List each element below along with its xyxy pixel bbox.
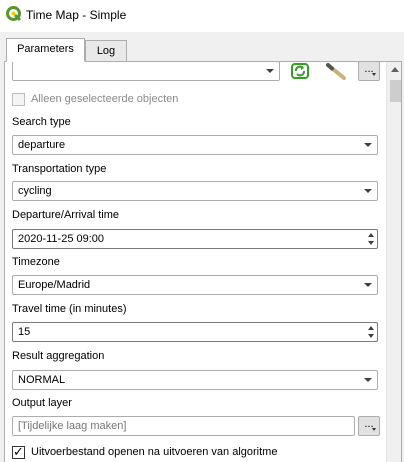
- window-title: Time Map - Simple: [26, 8, 127, 22]
- refresh-icon[interactable]: [289, 62, 311, 80]
- parameters-panel: ... Alleen geselecteerde objecten Search…: [4, 61, 402, 462]
- vertical-scrollbar[interactable]: [386, 62, 401, 462]
- output-layer-options-button[interactable]: ...: [358, 416, 380, 436]
- transportation-type-value: cycling: [18, 185, 52, 197]
- tab-parameters[interactable]: Parameters: [6, 38, 85, 62]
- output-layer-placeholder: [Tijdelijke laag maken]: [18, 420, 127, 432]
- search-type-combo[interactable]: departure: [12, 135, 378, 155]
- timezone-label: Timezone: [12, 256, 60, 268]
- spin-up-icon[interactable]: [368, 233, 374, 237]
- spin-buttons[interactable]: [365, 230, 377, 248]
- selected-only-checkbox[interactable]: [12, 93, 25, 106]
- search-type-label: Search type: [12, 116, 71, 128]
- chevron-down-icon: [266, 69, 274, 73]
- spin-up-icon[interactable]: [368, 326, 374, 330]
- magic-wand-icon[interactable]: [323, 61, 349, 81]
- title-bar: Time Map - Simple: [0, 0, 404, 32]
- open-output-checkbox[interactable]: ✓: [12, 444, 25, 459]
- timezone-combo[interactable]: Europe/Madrid: [12, 275, 378, 295]
- chevron-down-icon: [364, 143, 372, 147]
- result-aggregation-value: NORMAL: [18, 374, 66, 386]
- chevron-down-icon: [364, 378, 372, 382]
- result-aggregation-label: Result aggregation: [12, 350, 105, 362]
- chevron-down-icon: [372, 73, 376, 76]
- tab-log[interactable]: Log: [85, 40, 127, 62]
- scroll-up-icon[interactable]: [391, 67, 399, 72]
- input-layer-combo[interactable]: [12, 62, 280, 81]
- spin-down-icon[interactable]: [368, 241, 374, 245]
- departure-time-input[interactable]: 2020-11-25 09:00: [12, 229, 378, 249]
- checkmark-icon: ✓: [13, 444, 24, 459]
- output-layer-label: Output layer: [12, 397, 72, 409]
- timezone-value: Europe/Madrid: [18, 279, 91, 291]
- spin-down-icon[interactable]: [368, 334, 374, 338]
- transportation-type-label: Transportation type: [12, 163, 107, 175]
- chevron-down-icon: [364, 189, 372, 193]
- result-aggregation-combo[interactable]: NORMAL: [12, 370, 378, 390]
- travel-time-input[interactable]: 15: [12, 322, 378, 342]
- departure-time-value: 2020-11-25 09:00: [18, 233, 105, 245]
- parameters-form: ... Alleen geselecteerde objecten Search…: [5, 62, 386, 462]
- travel-time-label: Travel time (in minutes): [12, 303, 127, 315]
- departure-time-label: Departure/Arrival time: [12, 209, 119, 221]
- tab-bar: Parameters Log: [0, 32, 404, 62]
- qgis-logo-icon: [6, 6, 22, 22]
- transportation-type-combo[interactable]: cycling: [12, 181, 378, 201]
- travel-time-value: 15: [18, 326, 31, 338]
- spin-buttons[interactable]: [365, 323, 377, 341]
- scrollbar-thumb[interactable]: [390, 80, 401, 102]
- selected-only-label: Alleen geselecteerde objecten: [31, 93, 179, 105]
- open-output-label: Uitvoerbestand openen na uitvoeren van a…: [31, 446, 278, 458]
- chevron-down-icon: [372, 428, 376, 431]
- search-type-value: departure: [18, 139, 66, 151]
- input-layer-options-button[interactable]: ...: [358, 62, 380, 81]
- output-layer-input[interactable]: [Tijdelijke laag maken]: [12, 416, 355, 436]
- chevron-down-icon: [364, 283, 372, 287]
